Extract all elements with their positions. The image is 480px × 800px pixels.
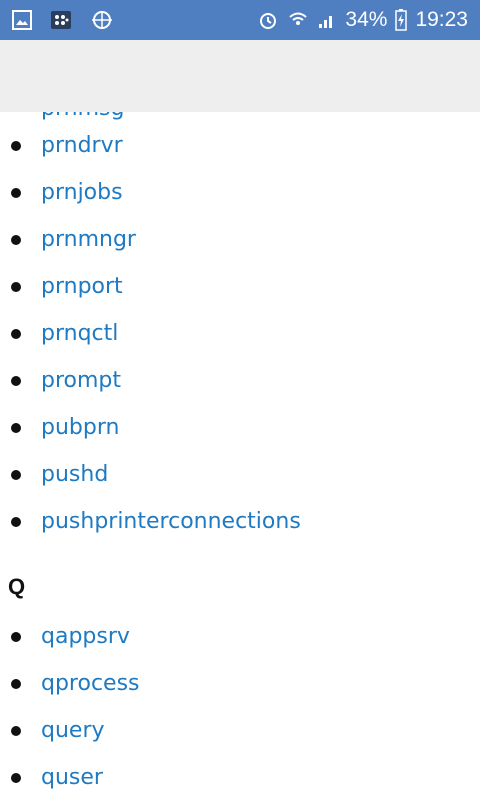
status-bar: 34% 19:23 xyxy=(0,0,480,40)
command-link[interactable]: prnqctl xyxy=(41,321,118,346)
cut-off-list-link[interactable]: prnmsg xyxy=(41,112,124,120)
command-link[interactable]: pushd xyxy=(41,462,108,487)
bullet xyxy=(11,234,21,245)
list-item: prndrvr xyxy=(0,122,480,169)
app-header xyxy=(0,40,480,112)
command-link[interactable]: prnjobs xyxy=(41,180,123,205)
status-left-icons xyxy=(12,9,114,31)
bbm-icon xyxy=(50,10,72,30)
bullet xyxy=(11,140,21,151)
list-item: prnport xyxy=(0,263,480,310)
list-q: qappsrv qprocess query quser xyxy=(0,613,480,800)
command-link[interactable]: quser xyxy=(41,765,103,790)
list-item: quser xyxy=(0,754,480,800)
list-item: prompt xyxy=(0,357,480,404)
command-link[interactable]: prnmngr xyxy=(41,227,136,252)
list-item: prnqctl xyxy=(0,310,480,357)
list-item: qappsrv xyxy=(0,613,480,660)
list-item: prnmngr xyxy=(0,216,480,263)
bullet xyxy=(11,678,21,689)
command-link[interactable]: prndrvr xyxy=(41,133,123,158)
list-item: qprocess xyxy=(0,660,480,707)
bullet xyxy=(11,725,21,736)
command-link[interactable]: prompt xyxy=(41,368,121,393)
list-item: pushprinterconnections xyxy=(0,498,480,545)
battery-icon xyxy=(395,9,408,31)
list-p: prndrvr prnjobs prnmngr prnport prnqctl … xyxy=(0,122,480,545)
bullet xyxy=(11,375,21,386)
wifi-icon xyxy=(287,9,309,31)
command-link[interactable]: pubprn xyxy=(41,415,119,440)
command-link[interactable]: prnport xyxy=(41,274,123,299)
command-link[interactable]: qprocess xyxy=(41,671,140,696)
status-right: 34% 19:23 xyxy=(257,8,468,32)
command-link[interactable]: query xyxy=(41,718,105,743)
list-item: prnjobs xyxy=(0,169,480,216)
section-heading-q: Q xyxy=(8,574,26,599)
command-link[interactable]: qappsrv xyxy=(41,624,130,649)
bullet xyxy=(11,469,21,480)
bullet xyxy=(11,772,21,783)
command-link[interactable]: pushprinterconnections xyxy=(41,509,301,534)
image-icon xyxy=(12,10,32,30)
list-item: pubprn xyxy=(0,404,480,451)
alarm-icon xyxy=(257,9,279,31)
command-list-content: prnmsg prndrvr prnjobs prnmngr prnport p… xyxy=(0,112,480,800)
bullet xyxy=(11,328,21,339)
bullet xyxy=(11,187,21,198)
globe-icon xyxy=(90,9,114,31)
clock: 19:23 xyxy=(415,8,468,31)
list-item: pushd xyxy=(0,451,480,498)
bullet xyxy=(11,631,21,642)
bullet xyxy=(11,516,21,527)
bullet xyxy=(11,281,21,292)
battery-percent: 34% xyxy=(345,8,388,31)
bullet xyxy=(11,422,21,433)
list-item: query xyxy=(0,707,480,754)
signal-icon xyxy=(317,10,337,30)
